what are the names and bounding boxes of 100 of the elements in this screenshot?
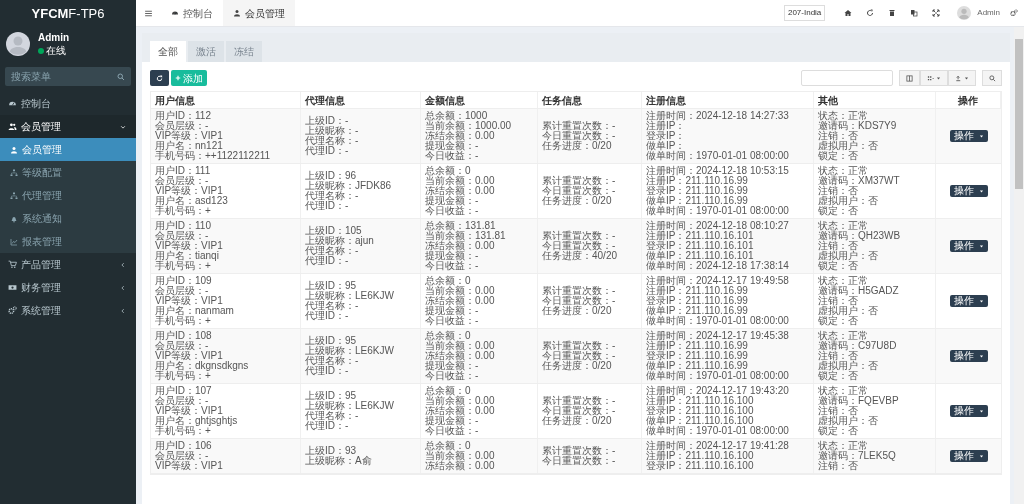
- action-dropdown[interactable]: 操作: [949, 350, 988, 362]
- table-cell-text: 邀请码：H5GADZ: [818, 286, 900, 296]
- region-badge[interactable]: 207-India: [783, 5, 826, 21]
- search-field[interactable]: 搜索菜单: [5, 67, 131, 86]
- translate-icon[interactable]: [910, 9, 919, 17]
- table-cell-text: 用户ID：106: [155, 441, 213, 451]
- table-cell-text: 任务进度：40/20: [542, 251, 619, 261]
- table-cell-text: 当前余额：1000.00: [425, 121, 513, 131]
- table-cell-text: 冻结余额：0.00: [425, 461, 496, 471]
- trash-icon[interactable]: [888, 9, 897, 17]
- table-cell-text: 注册IP：211.110.16.100: [646, 396, 755, 406]
- table-cell-text: 代理ID：-: [305, 146, 350, 156]
- filter-tab[interactable]: 全部: [150, 41, 186, 62]
- table-cell-text: VIP等级：VIP1: [155, 131, 224, 141]
- menu-icon[interactable]: [144, 8, 153, 18]
- table-cell-text: 当前余额：0.00: [425, 176, 496, 186]
- table-cell-text: 用户名：tianqi: [155, 251, 220, 261]
- table-cell-text: 今日收益：-: [425, 371, 480, 381]
- caret-icon: [964, 75, 969, 81]
- page-tab[interactable]: 会员管理: [223, 0, 295, 26]
- table-cell-text: VIP等级：VIP1: [155, 296, 224, 306]
- gears-icon[interactable]: [1010, 9, 1018, 17]
- table-cell-text: 提现金额：-: [425, 196, 480, 206]
- table-cell-text: 上级ID：95: [305, 336, 357, 346]
- table-cell-text: 累计重置次数：-: [542, 396, 617, 406]
- table-cell-text: 会员层级：-: [155, 286, 210, 296]
- table-cell-text: 状态：正常: [818, 221, 869, 231]
- dashboard-icon: [8, 99, 17, 108]
- table-cell-text: 用户ID：110: [155, 221, 212, 231]
- table-cell-text: 虚拟用户：否: [818, 251, 879, 261]
- table-cell-text: 做单IP：211.110.16.99: [646, 361, 749, 371]
- table-cell-text: 用户名：dkgnsdkgns: [155, 361, 250, 371]
- table-cell-text: 会员层级：-: [155, 231, 210, 241]
- column-header: 其他: [814, 92, 936, 108]
- table-cell-text: 当前余额：0.00: [425, 341, 496, 351]
- table-cell-text: 任务进度：0/20: [542, 416, 612, 426]
- table-cell-text: 登录IP：: [646, 131, 687, 141]
- table-cell-text: 总余额：131.81: [425, 221, 497, 231]
- home-icon[interactable]: [844, 9, 853, 17]
- action-dropdown[interactable]: 操作: [949, 130, 988, 142]
- action-dropdown[interactable]: 操作: [949, 240, 988, 252]
- action-dropdown[interactable]: 操作: [949, 450, 988, 462]
- submenu-item[interactable]: 代理管理: [0, 184, 136, 207]
- caret-icon: [978, 133, 984, 139]
- chart-icon: [10, 237, 18, 246]
- table-cell-text: 当前余额：0.00: [425, 451, 496, 461]
- submenu-item[interactable]: 系统通知: [0, 207, 136, 230]
- table-cell-text: 任务进度：0/20: [542, 141, 612, 151]
- search-button[interactable]: [982, 70, 1002, 86]
- submenu-item[interactable]: 会员管理: [0, 138, 136, 161]
- table-cell-text: 注册时间：2024-12-18 14:27:33: [646, 111, 790, 121]
- table-cell-text: 做单时间：1970-01-01 08:00:00: [646, 151, 790, 161]
- action-dropdown[interactable]: 操作: [949, 185, 988, 197]
- table-cell-text: 上级ID：95: [305, 281, 357, 291]
- menu-item[interactable]: 系统管理: [0, 299, 136, 322]
- grid-icon: [927, 74, 934, 82]
- table-cell-text: 状态：正常: [818, 331, 869, 341]
- banknote-icon: [8, 283, 17, 292]
- table-cell-text: 今日重置次数：-: [542, 406, 617, 416]
- table-cell-text: 虚拟用户：否: [818, 361, 879, 371]
- table-cell-text: 手机号码：+: [155, 261, 211, 271]
- action-dropdown[interactable]: 操作: [949, 405, 988, 417]
- table-cell-text: 上级昵称：LE6KJW: [305, 401, 395, 411]
- table-cell-text: 上级昵称：JFDK86: [305, 181, 393, 191]
- table-cell-text: 注销：否: [818, 186, 859, 196]
- caret-icon: [978, 353, 984, 359]
- column-header: 金额信息: [421, 92, 538, 108]
- users-icon: [8, 122, 17, 131]
- scrollbar-thumb[interactable]: [1015, 39, 1023, 189]
- scrollbar[interactable]: [1014, 27, 1024, 504]
- menu-item[interactable]: 会员管理: [0, 115, 136, 138]
- menu-item[interactable]: 控制台: [0, 92, 136, 115]
- table-cell-text: 登录IP：211.110.16.100: [646, 406, 755, 416]
- table-cell-text: 提现金额：-: [425, 141, 480, 151]
- table-cell-text: 注销：否: [818, 461, 858, 471]
- menu-item[interactable]: 财务管理: [0, 276, 136, 299]
- refresh-icon[interactable]: [866, 9, 875, 17]
- user-menu[interactable]: Admin: [977, 7, 1000, 19]
- table-cell-text: 登录IP：211.110.16.100: [646, 461, 755, 471]
- table-cell-text: 当前余额：0.00: [425, 396, 496, 406]
- table-cell-text: 累计重置次数：-: [542, 286, 617, 296]
- sitemap-icon: [10, 168, 18, 177]
- table-cell-text: 虚拟用户：否: [818, 306, 879, 316]
- refresh-button[interactable]: [150, 70, 169, 86]
- table-cell-text: 冻结余额：0.00: [425, 351, 496, 361]
- submenu-item[interactable]: 报表管理: [0, 230, 136, 253]
- search-field[interactable]: [801, 70, 893, 86]
- table-cell-text: 总余额：0: [425, 386, 472, 396]
- submenu-item[interactable]: 等级配置: [0, 161, 136, 184]
- table-cell-text: 做单IP：211.110.16.101: [646, 251, 755, 261]
- bell-icon: [10, 214, 18, 223]
- chevron-left-icon: [120, 261, 126, 268]
- table-cell-text: 代理名称：-: [305, 191, 360, 201]
- table-cell-text: 今日重置次数：-: [542, 351, 617, 361]
- action-dropdown[interactable]: 操作: [949, 295, 988, 307]
- caret-icon: [978, 243, 984, 249]
- fullscreen-icon[interactable]: [932, 9, 941, 17]
- page-tab[interactable]: 控制台: [161, 0, 223, 26]
- menu-item[interactable]: 产品管理: [0, 253, 136, 276]
- table-cell-text: 上级昵称：LE6KJW: [305, 346, 395, 356]
